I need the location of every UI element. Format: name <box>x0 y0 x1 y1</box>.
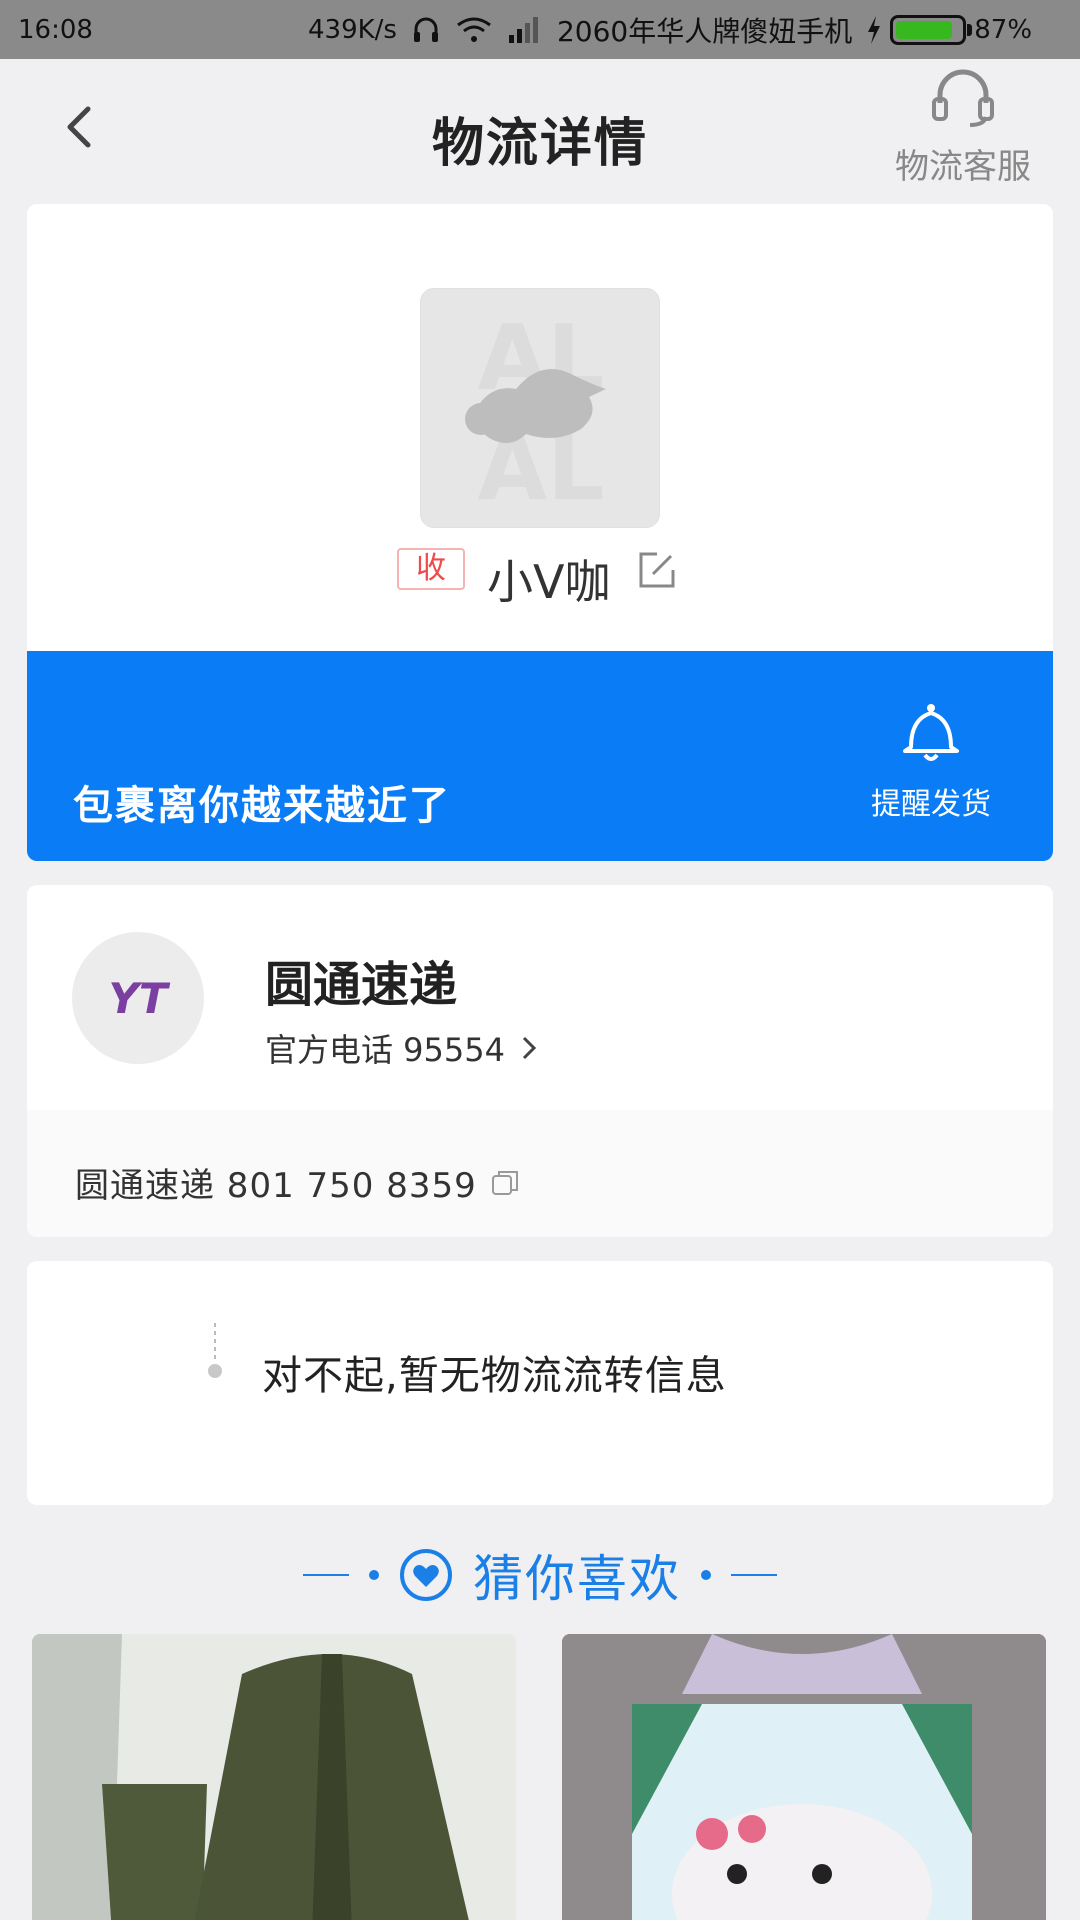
courier-logo: YT <box>72 932 204 1064</box>
page-header: 物流详情 物流客服 <box>0 59 1080 199</box>
network-speed: 439K/s <box>308 14 397 45</box>
receiver-card: AL AL 收 小V咖 包裹离你越来越近了 提醒发货 <box>27 204 1053 861</box>
tracking-number-row: 圆通速递 801 750 8359 <box>27 1110 1053 1237</box>
bird-logo-icon: AL AL <box>465 306 606 521</box>
recommended-product-card[interactable] <box>562 1634 1046 1920</box>
divider-dot <box>369 1570 379 1580</box>
remind-ship-button[interactable]: 提醒发货 <box>851 699 1011 823</box>
product-image <box>32 1634 516 1920</box>
copy-icon[interactable] <box>491 1168 521 1198</box>
recommended-product-card[interactable] <box>32 1634 516 1920</box>
tracking-number: 圆通速递 801 750 8359 <box>75 1166 477 1206</box>
battery-icon <box>890 14 973 45</box>
battery-percent: 87% <box>974 14 1033 45</box>
charging-icon <box>868 15 881 44</box>
battery-indicator: 87% <box>866 14 1033 45</box>
tracking-empty-message: 对不起,暂无物流流转信息 <box>262 1353 727 1399</box>
courier-phone-label: 官方电话 95554 <box>265 1031 505 1069</box>
status-icons <box>411 15 541 45</box>
courier-phone-link[interactable]: 官方电话 95554 <box>265 1025 539 1071</box>
receiver-name: 小V咖 <box>487 555 611 609</box>
timeline-dot-icon <box>208 1323 222 1378</box>
headphone-icon <box>413 17 438 42</box>
signal-icon <box>508 16 538 43</box>
product-image <box>562 1634 1046 1920</box>
courier-card: YT 圆通速递 官方电话 95554 圆通速递 801 750 8359 <box>27 885 1053 1237</box>
delivery-status-banner: 包裹离你越来越近了 提醒发货 <box>27 651 1053 861</box>
recommend-header: 猜你喜欢 <box>0 1540 1080 1610</box>
divider-left <box>303 1574 349 1576</box>
tracking-timeline-card: 对不起,暂无物流流转信息 <box>27 1261 1053 1505</box>
delivery-status-message: 包裹离你越来越近了 <box>73 783 451 829</box>
heart-icon <box>400 1549 452 1601</box>
carrier-name: 2060年华人牌傻妞手机 <box>556 14 853 48</box>
divider-right <box>731 1574 777 1576</box>
product-image-placeholder: AL AL <box>420 288 660 528</box>
receiver-row: 收 小V咖 <box>27 544 1053 614</box>
bell-icon <box>903 704 959 761</box>
customer-service-button[interactable]: 物流客服 <box>888 67 1038 188</box>
remind-ship-label: 提醒发货 <box>871 787 991 822</box>
recommend-title: 猜你喜欢 <box>473 1550 681 1608</box>
edit-icon[interactable] <box>637 550 677 590</box>
receiver-badge: 收 <box>397 548 465 590</box>
courier-name: 圆通速递 <box>265 957 458 1013</box>
wifi-icon <box>457 17 491 42</box>
customer-service-label: 物流客服 <box>895 147 1031 187</box>
status-time: 16:08 <box>18 14 93 45</box>
chevron-right-icon <box>522 1036 537 1060</box>
headset-icon <box>932 69 994 127</box>
courier-logo-text: YT <box>108 973 168 1023</box>
status-bar: 16:08 439K/s 2060年华人牌傻妞手机 87% <box>0 0 1080 59</box>
divider-dot <box>701 1570 711 1580</box>
